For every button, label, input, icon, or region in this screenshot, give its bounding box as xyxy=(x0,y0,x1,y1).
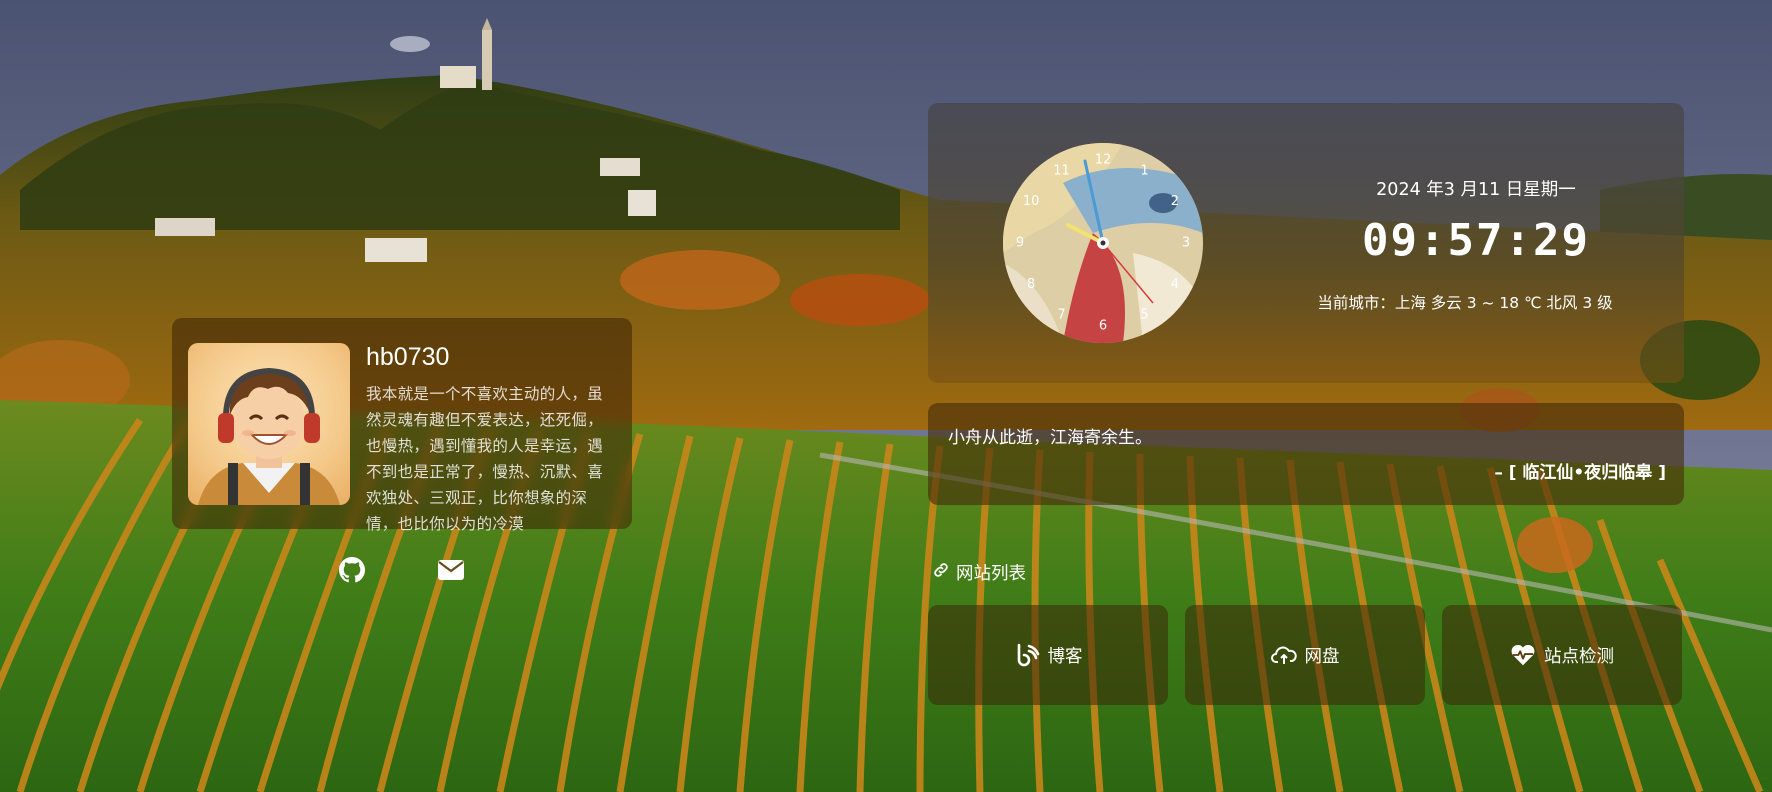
quote-card: 小舟从此逝，江海寄余生。 – [ 临江仙•夜归临皋 ] xyxy=(928,403,1684,505)
github-icon[interactable] xyxy=(337,555,367,585)
clock-numeral: 4 xyxy=(1171,277,1179,292)
blog-icon xyxy=(1014,642,1040,668)
clock-numeral: 11 xyxy=(1053,164,1070,179)
user-bio: 我本就是一个不喜欢主动的人，虽然灵魂有趣但不爱表达，还死倔，也慢热，遇到懂我的人… xyxy=(366,385,604,533)
clock-numeral: 3 xyxy=(1182,236,1190,251)
sites-header: 网站列表 xyxy=(932,560,1026,584)
clock-numeral: 2 xyxy=(1171,194,1179,209)
date-display: 2024 年3 月11 日星期一 xyxy=(1376,180,1576,200)
site-tile-drive[interactable]: 网盘 xyxy=(1185,605,1425,705)
site-tile-monitor[interactable]: 站点检测 xyxy=(1442,605,1682,705)
clock-card: 12 1 2 3 4 5 6 7 8 9 10 11 2024 年3 月11 日星期一 09:57:2… xyxy=(928,103,1684,383)
site-label: 博客 xyxy=(1047,646,1083,667)
profile-card: hb0730 我本就是一个不喜欢主动的人，虽然灵魂有趣但不爱表达，还死倔，也慢热… xyxy=(172,318,632,533)
quote-source: – [ 临江仙•夜归临皋 ] xyxy=(1494,463,1666,483)
clock-numeral: 6 xyxy=(1099,319,1107,334)
social-links xyxy=(172,555,632,587)
clock-numeral: 1 xyxy=(1140,164,1148,179)
clock-numeral: 9 xyxy=(1016,236,1024,251)
analog-clock: 12 1 2 3 4 5 6 7 8 9 10 11 xyxy=(1003,143,1203,343)
username: hb0730 xyxy=(366,343,450,371)
link-icon xyxy=(932,561,950,584)
clock-numeral: 12 xyxy=(1095,153,1112,168)
quote-text: 小舟从此逝，江海寄余生。 xyxy=(948,428,1152,448)
sites-header-label: 网站列表 xyxy=(956,563,1026,584)
clock-numeral: 5 xyxy=(1140,307,1148,322)
clock-numeral: 7 xyxy=(1057,307,1065,322)
site-label: 网盘 xyxy=(1304,646,1340,667)
site-label: 站点检测 xyxy=(1544,646,1614,667)
avatar xyxy=(188,343,350,505)
clock-numeral: 8 xyxy=(1027,277,1035,292)
site-tile-blog[interactable]: 博客 xyxy=(928,605,1168,705)
weather-info: 当前城市：上海 多云 3 ~ 18 ℃ 北风 3 级 xyxy=(1317,294,1613,312)
cloud-icon xyxy=(1270,642,1297,668)
heart-pulse-icon xyxy=(1510,642,1536,668)
clock-numeral: 10 xyxy=(1023,194,1040,209)
digital-time: 09:57:29 xyxy=(1362,215,1590,266)
mail-icon[interactable] xyxy=(436,555,466,585)
